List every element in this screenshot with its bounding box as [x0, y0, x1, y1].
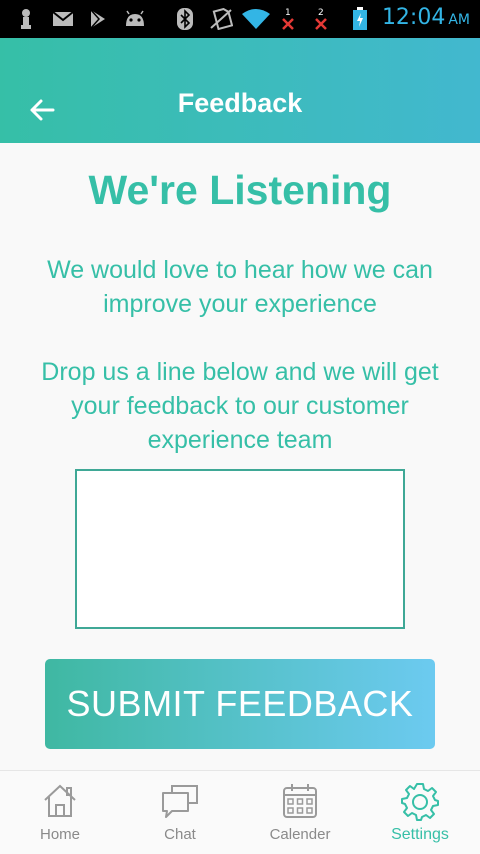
android-debug-icon [122, 8, 148, 30]
svg-text:2: 2 [318, 8, 324, 18]
wifi-icon [240, 8, 272, 30]
no-sim-icon [208, 8, 234, 30]
usb-icon [18, 8, 34, 30]
bluetooth-icon [175, 8, 195, 30]
page-title: Feedback [177, 88, 303, 118]
calendar-icon [283, 784, 317, 818]
nav-label-chat: Chat [164, 826, 196, 843]
nav-item-calender[interactable]: Calender [240, 771, 360, 854]
nav-item-chat[interactable]: Chat [120, 771, 240, 854]
status-time: 12:04 AM [381, 5, 470, 30]
nav-label-settings: Settings [391, 826, 449, 843]
gmail-icon [52, 8, 74, 30]
sim2-no-signal-icon: 2 [311, 8, 331, 30]
bottom-nav: Home Chat Calender Settings [0, 770, 480, 854]
svg-text:1: 1 [285, 8, 291, 18]
play-store-icon [88, 8, 108, 30]
chat-icon [162, 785, 198, 818]
instruction-text: Drop us a line below and we will get you… [41, 358, 439, 454]
app-header: Feedback [0, 38, 480, 143]
nav-item-home[interactable]: Home [0, 771, 120, 854]
submit-feedback-button[interactable]: SUBMIT FEEDBACK [45, 659, 435, 749]
feedback-content: We're Listening We would love to hear ho… [0, 143, 480, 770]
status-bar: 1 2 12:04 AM [0, 0, 480, 38]
intro-text: We would love to hear how we can improve… [47, 256, 433, 318]
nav-item-settings[interactable]: Settings [360, 771, 480, 854]
feedback-textarea[interactable] [75, 469, 405, 629]
headline: We're Listening [88, 167, 392, 213]
nav-label-home: Home [39, 826, 80, 843]
gear-icon [401, 783, 439, 821]
nav-label-calender: Calender [269, 826, 331, 843]
home-icon [44, 784, 76, 817]
battery-charging-icon [352, 7, 368, 30]
sim1-no-signal-icon: 1 [278, 8, 298, 30]
